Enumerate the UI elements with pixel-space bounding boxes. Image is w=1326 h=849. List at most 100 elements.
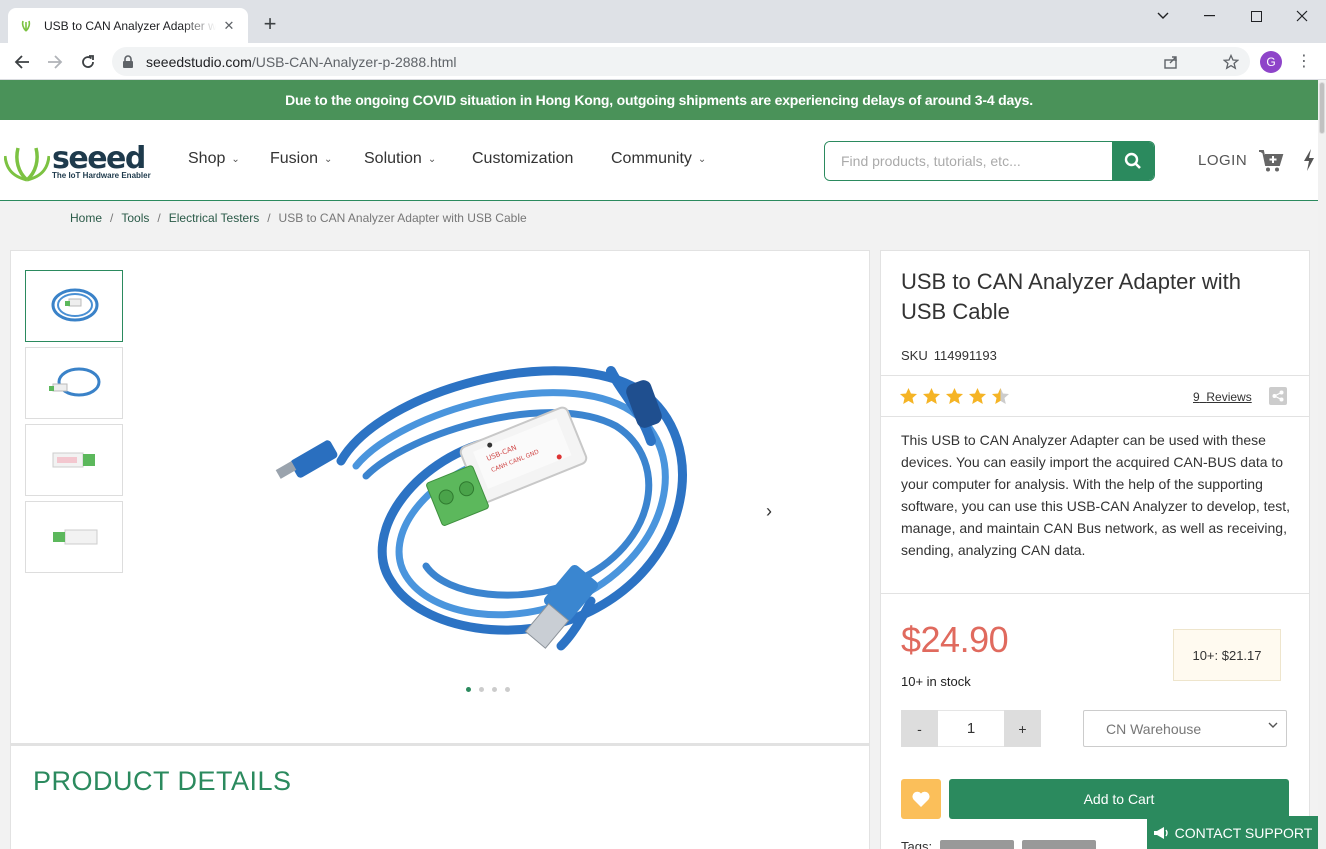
gallery-dot[interactable] [492, 687, 497, 692]
stock-status: 10+ in stock [901, 674, 971, 689]
gallery-thumbnail[interactable] [25, 424, 123, 496]
seeed-leaf-icon [4, 147, 50, 182]
nav-shop[interactable]: Shop ⌄ [188, 150, 240, 168]
nav-customization-label: Customization [472, 150, 574, 167]
reload-icon[interactable] [74, 48, 102, 76]
reviews-count: 9 [1193, 390, 1200, 404]
heart-icon [912, 791, 930, 807]
product-thumbnail-image [49, 367, 101, 397]
chevron-down-icon: ⌄ [231, 153, 240, 165]
logo-word: seeed [52, 140, 146, 176]
divider [881, 416, 1309, 417]
chevron-down-icon: ⌄ [324, 153, 333, 165]
login-link[interactable]: LOGIN [1198, 152, 1247, 169]
nav-solution[interactable]: Solution ⌄ [364, 150, 436, 168]
product-details-heading: PRODUCT DETAILS [33, 766, 292, 796]
address-bar[interactable]: seeedstudio.com/USB-CAN-Analyzer-p-2888.… [112, 47, 1250, 76]
product-thumbnail-image [52, 452, 95, 468]
browser-tabstrip: USB to CAN Analyzer Adapter with USB Cab… [0, 0, 1326, 43]
gallery-thumbnail[interactable] [25, 347, 123, 419]
nav-shop-label: Shop [188, 150, 226, 167]
tag-chip[interactable] [940, 839, 1015, 849]
star-full-icon [968, 387, 987, 405]
nav-solution-label: Solution [364, 150, 422, 167]
product-info-panel: USB to CAN Analyzer Adapter with USB Cab… [880, 250, 1310, 849]
product-main-image[interactable]: USB-CAN CANH CANL GND [261, 331, 731, 671]
reviews-label: Reviews [1206, 390, 1252, 404]
profile-avatar[interactable]: G [1260, 51, 1282, 73]
quantity-increase-button[interactable]: + [1004, 710, 1041, 747]
star-half-icon [991, 387, 1010, 405]
product-thumbnail-image [51, 288, 99, 322]
browser-tab[interactable]: USB to CAN Analyzer Adapter with USB Cab… [8, 8, 248, 43]
nav-fusion-label: Fusion [270, 150, 319, 167]
divider [881, 375, 1309, 376]
contact-support-label: CONTACT SUPPORT [1174, 824, 1313, 841]
add-to-cart-button[interactable]: Add to Cart [949, 779, 1289, 819]
url-text: seeedstudio.com/USB-CAN-Analyzer-p-2888.… [146, 54, 456, 70]
covid-banner: Due to the ongoing COVID situation in Ho… [0, 80, 1318, 120]
nav-fusion[interactable]: Fusion ⌄ [270, 150, 332, 168]
search-icon [1124, 152, 1141, 169]
tags-label: Tags: [901, 839, 933, 849]
divider [881, 593, 1309, 594]
page-scrollbar[interactable] [1318, 80, 1326, 849]
lightning-icon[interactable] [1302, 149, 1316, 171]
quantity-stepper: - 1 + [901, 710, 1041, 747]
rating-stars[interactable] [899, 387, 1010, 405]
gallery-dot[interactable] [466, 687, 471, 692]
gallery-dot[interactable] [479, 687, 484, 692]
nav-community-label: Community [611, 150, 692, 167]
breadcrumb-current: USB to CAN Analyzer Adapter with USB Cab… [278, 211, 527, 225]
sku-label: SKU [901, 348, 928, 363]
share-icon[interactable] [1269, 387, 1287, 405]
breadcrumb-electrical-testers[interactable]: Electrical Testers [169, 211, 259, 225]
logo-tagline: The IoT Hardware Enabler [52, 170, 151, 180]
bookmark-star-icon[interactable] [1220, 51, 1242, 73]
nav-customization[interactable]: Customization [472, 150, 573, 168]
product-price: $24.90 [901, 619, 1009, 660]
contact-support-button[interactable]: CONTACT SUPPORT [1147, 816, 1318, 849]
gallery-dot[interactable] [505, 687, 510, 692]
gallery-thumbnail[interactable] [25, 501, 123, 573]
new-tab-button[interactable]: + [258, 13, 282, 37]
search-button[interactable] [1112, 142, 1154, 180]
back-arrow-icon[interactable] [8, 48, 36, 76]
tab-search-icon[interactable] [1140, 0, 1186, 32]
gallery-dots [466, 687, 510, 692]
search-input[interactable] [825, 142, 1112, 180]
breadcrumb-separator: / [267, 211, 271, 225]
close-window-icon[interactable] [1279, 0, 1325, 32]
scrollbar-thumb[interactable] [1319, 82, 1325, 134]
tag-chip[interactable] [1022, 839, 1097, 849]
breadcrumb-home[interactable]: Home [70, 211, 102, 225]
warehouse-select[interactable]: CN Warehouse [1083, 710, 1287, 747]
breadcrumb-separator: / [157, 211, 161, 225]
product-thumbnail-image [53, 529, 98, 545]
star-full-icon [945, 387, 964, 405]
sku-value: 114991193 [933, 348, 997, 363]
breadcrumb: Home / Tools / Electrical Testers / USB to … [70, 211, 527, 225]
product-tags: Tags: [901, 839, 1097, 849]
reviews-link[interactable]: 9 Reviews [1193, 390, 1252, 404]
tab-close-icon[interactable]: ✕ [220, 17, 238, 35]
gallery-thumbnail[interactable] [25, 270, 123, 342]
next-image-arrow-icon[interactable]: › [766, 501, 772, 522]
quantity-decrease-button[interactable]: - [901, 710, 938, 747]
nav-community[interactable]: Community ⌄ [611, 150, 706, 168]
minimize-icon[interactable] [1186, 0, 1232, 32]
megaphone-icon [1153, 826, 1168, 839]
forward-arrow-icon[interactable] [41, 48, 69, 76]
seeed-favicon-icon [18, 18, 34, 34]
browser-menu-icon[interactable]: ⋮ [1294, 51, 1314, 73]
product-sku: SKU 114991193 [901, 348, 997, 363]
seeed-logo[interactable]: seeed The IoT Hardware Enabler [4, 142, 151, 182]
url-path: /USB-CAN-Analyzer-p-2888.html [251, 53, 457, 70]
quantity-input[interactable]: 1 [938, 710, 1004, 747]
chevron-down-icon [1268, 721, 1278, 732]
cart-icon[interactable] [1258, 149, 1284, 173]
share-page-icon[interactable] [1160, 51, 1182, 73]
maximize-icon[interactable] [1233, 0, 1279, 32]
wishlist-button[interactable] [901, 779, 941, 819]
breadcrumb-tools[interactable]: Tools [121, 211, 149, 225]
